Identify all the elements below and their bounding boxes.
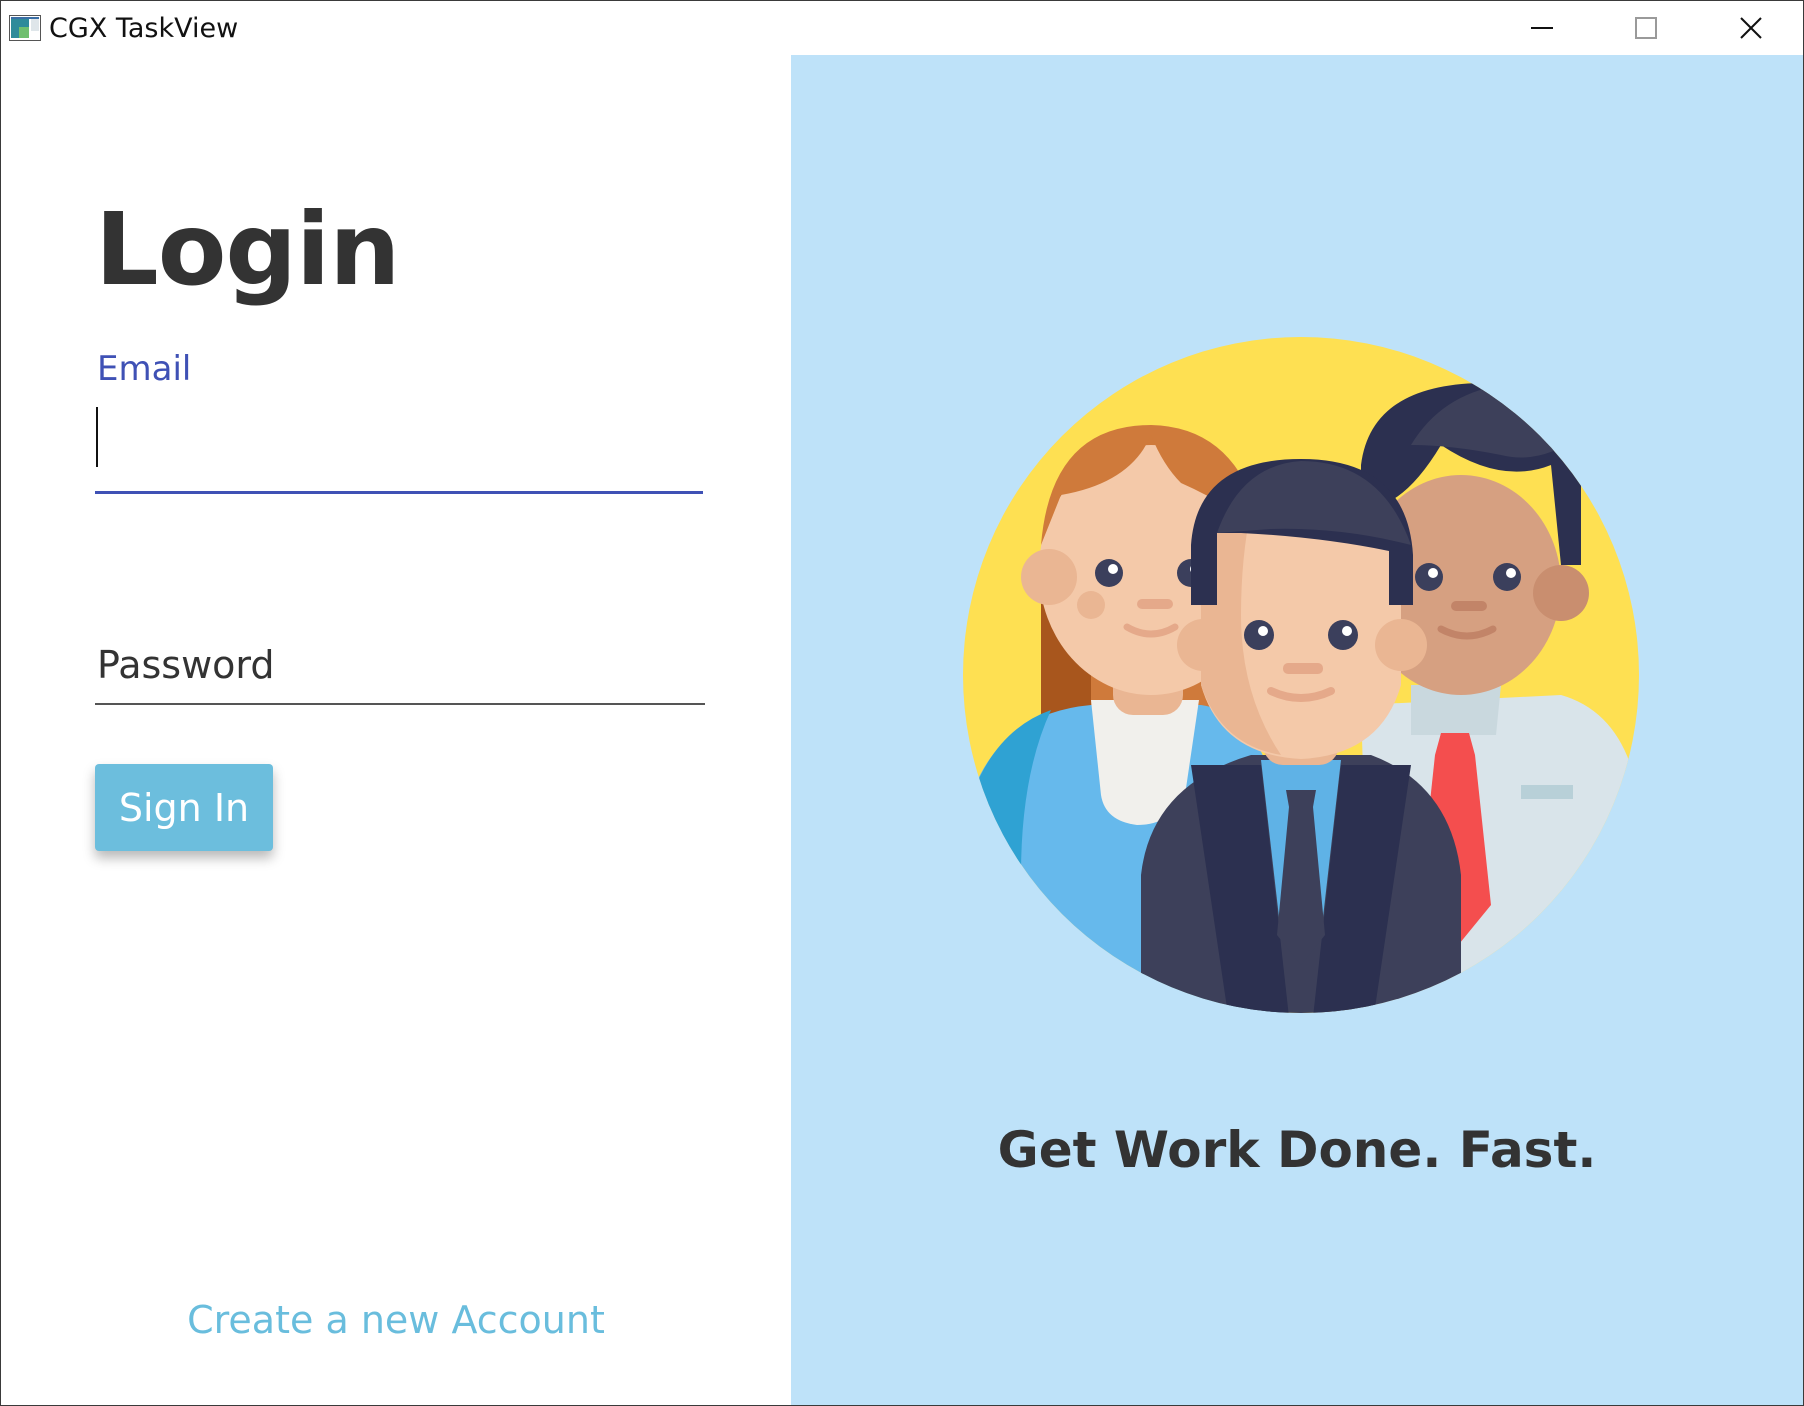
title-bar[interactable]: CGX TaskView <box>1 1 1803 55</box>
sign-in-button[interactable]: Sign In <box>95 764 273 851</box>
maximize-icon <box>1635 17 1657 39</box>
app-window: CGX TaskView Login Email Sign In Create … <box>0 0 1804 1406</box>
close-button[interactable] <box>1699 1 1803 55</box>
email-field[interactable] <box>95 405 703 494</box>
text-caret <box>96 407 98 467</box>
password-field[interactable] <box>95 627 705 705</box>
app-window-icon <box>9 15 41 41</box>
team-people-illustration <box>963 337 1639 1013</box>
hero-panel: Get Work Done. Fast. <box>791 55 1803 1405</box>
window-title: CGX TaskView <box>49 13 239 44</box>
create-account-link[interactable]: Create a new Account <box>1 1297 791 1343</box>
close-icon <box>1740 17 1762 39</box>
hero-tagline: Get Work Done. Fast. <box>997 1121 1597 1179</box>
login-panel: Login Email Sign In Create a new Account <box>1 55 791 1405</box>
minimize-icon <box>1531 27 1553 29</box>
minimize-button[interactable] <box>1490 1 1594 55</box>
login-heading: Login <box>95 191 400 308</box>
maximize-button[interactable] <box>1594 1 1698 55</box>
email-label: Email <box>97 349 192 389</box>
